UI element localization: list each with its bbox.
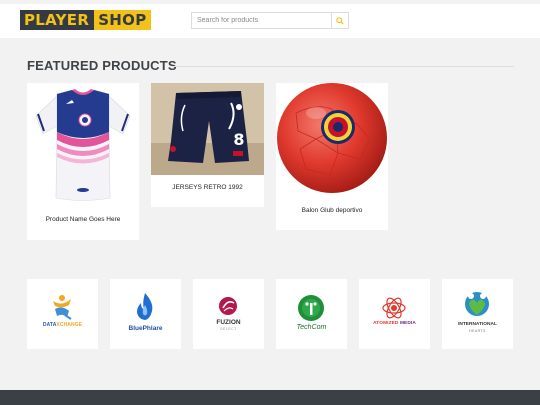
brand-logo-tagline: SELECT: [220, 327, 237, 331]
brand-logo-text: ATOMIZED MEDIA: [359, 321, 430, 326]
search-input[interactable]: [192, 13, 332, 28]
brand-logo-text: BluePhlare: [128, 325, 163, 332]
product-image-shorts: 8: [151, 83, 264, 175]
brand-logo-international-hearts[interactable]: INTERNATIONAL HEARTS: [442, 279, 513, 349]
site-logo[interactable]: PLAYER SHOP: [20, 10, 151, 30]
brand-logo-text: DATAXCHANGE: [27, 322, 98, 328]
product-name[interactable]: Product Name Goes Here: [27, 216, 139, 223]
product-image-ball: [277, 83, 387, 193]
brand-logo-suffix: XCHANGE: [56, 322, 83, 328]
product-card[interactable]: Product Name Goes Here: [27, 83, 139, 240]
product-name[interactable]: Balon Glub deportivo: [276, 207, 388, 214]
brand-logo-tagline: HEARTS: [469, 329, 486, 333]
product-name[interactable]: JERSEYS RETRO 1992: [151, 184, 264, 191]
section-divider: [172, 66, 514, 67]
flame-icon: [137, 293, 153, 320]
product-image-jersey: [35, 89, 131, 201]
search-button[interactable]: [331, 13, 348, 28]
brand-logo-text: TechCom: [296, 324, 327, 331]
search-bar: [191, 12, 349, 29]
brand-logo-prefix: ATOMIZED: [373, 321, 399, 326]
techcom-logo-icon: [298, 295, 324, 321]
brand-logo-text: INTERNATIONAL: [458, 322, 497, 327]
brand-logo-suffix: MEDIA: [399, 321, 416, 326]
brand-logo-techcom[interactable]: TechCom: [276, 279, 347, 349]
top-header: PLAYER SHOP: [0, 4, 540, 38]
brand-logo-dataxchange[interactable]: DATAXCHANGE: [27, 279, 98, 349]
brand-logo-bluephlare[interactable]: BluePhlare: [110, 279, 181, 349]
logo-part-player: PLAYER: [20, 10, 95, 30]
hearts-logo-icon: [465, 292, 489, 316]
atom-icon: [382, 297, 406, 319]
brand-logo-text: FUZION: [216, 319, 241, 326]
fuzion-logo-icon: [219, 297, 237, 315]
brand-logo-fuzion[interactable]: FUZION SELECT: [193, 279, 264, 349]
product-card[interactable]: 8 JERSEYS RETRO 1992: [151, 83, 264, 207]
section-title: FEATURED PRODUCTS: [27, 58, 177, 73]
brand-logo-prefix: DATA: [42, 322, 57, 328]
search-icon: [336, 16, 344, 25]
product-card[interactable]: Balon Glub deportivo: [276, 83, 388, 230]
dataxchange-logo-icon: [53, 295, 72, 320]
brand-logo-atomized-media[interactable]: ATOMIZED MEDIA: [359, 279, 430, 349]
svg-text:8: 8: [233, 130, 244, 149]
site-footer: [0, 390, 540, 405]
logo-part-shop: SHOP: [94, 10, 151, 30]
